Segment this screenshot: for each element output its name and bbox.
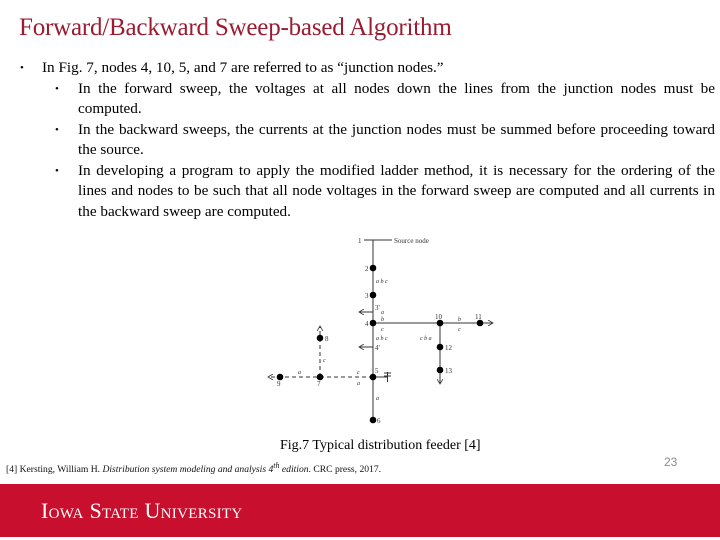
node-12 [436,343,444,351]
slide-title: Forward/Backward Sweep-based Algorithm [19,14,452,41]
sub-bullet-forward: • In the forward sweep, the voltages at … [20,79,715,120]
bullet-dot-icon: • [55,123,59,136]
sub-bullet-backward: • In the backward sweeps, the currents a… [20,120,715,161]
phase-label: a [298,370,301,376]
node-3 [369,291,377,299]
bullet-main: • In Fig. 7, nodes 4, 10, 5, and 7 are r… [20,58,715,79]
bullet-dot-icon: • [55,164,59,177]
sub-bullet-text: In the forward sweep, the voltages at al… [78,79,715,118]
phase-label: c [323,358,326,364]
bullet-list: • In Fig. 7, nodes 4, 10, 5, and 7 are r… [20,58,715,222]
phase-label: a [381,310,384,316]
sub-bullet-text: In developing a program to apply the mod… [78,161,715,220]
phase-label: a b c [376,279,388,285]
phase-label: a [376,396,379,402]
bullet-dot-icon: • [20,62,24,74]
phase-label: b [458,317,461,323]
figure-caption: Fig.7 Typical distribution feeder [4] [280,438,481,453]
node-label-3prime: 3' [375,304,380,312]
node-label-11: 11 [475,313,482,321]
node-label-6: 6 [377,417,381,425]
node-label-12: 12 [445,344,453,352]
node-label-9: 9 [277,380,281,388]
footer-bar: Iowa State University [0,484,720,537]
phase-label: a b c [376,336,388,342]
node-label-8: 8 [325,335,329,343]
node-label-5: 5 [375,367,379,375]
node-2 [369,264,377,272]
node-label-1: 1 [358,237,362,245]
phase-label: a [357,381,360,387]
node-label-10: 10 [435,313,443,321]
node-label-2: 2 [365,265,369,273]
phase-label: c [381,327,384,333]
node-8 [316,334,324,342]
feeder-diagram: 1 Source node 2 3 3' 4 4' 5 6 7 8 9 10 1… [260,237,510,425]
node-label-4: 4 [365,320,369,328]
page-number: 23 [664,455,678,469]
reference-edition: edition [279,464,309,476]
sub-bullet-program: • In developing a program to apply the m… [20,161,715,223]
bullet-dot-icon: • [55,82,59,95]
phase-label: b [381,317,384,323]
phase-label: c b a [420,336,432,342]
node-13 [436,366,444,374]
node-label-7: 7 [317,380,321,388]
node-4 [369,319,377,327]
bullet-main-text: In Fig. 7, nodes 4, 10, 5, and 7 are ref… [42,59,444,76]
node-label-4prime: 4' [375,344,380,352]
node-label-3: 3 [365,292,369,300]
university-logo: Iowa State University [41,498,243,523]
node-6 [369,416,377,424]
phase-label: c [458,327,461,333]
reference-prefix: [4] Kersting, William H. [6,464,103,476]
reference-title: Distribution system modeling and analysi… [102,464,274,476]
reference-suffix: . CRC press, 2017. [308,464,382,476]
phase-label: c [357,370,360,376]
node-label-13: 13 [445,367,453,375]
source-node-label: Source node [394,237,429,245]
reference-citation: [4] Kersting, William H. Distribution sy… [6,461,381,475]
sub-bullet-text: In the backward sweeps, the currents at … [78,120,715,159]
